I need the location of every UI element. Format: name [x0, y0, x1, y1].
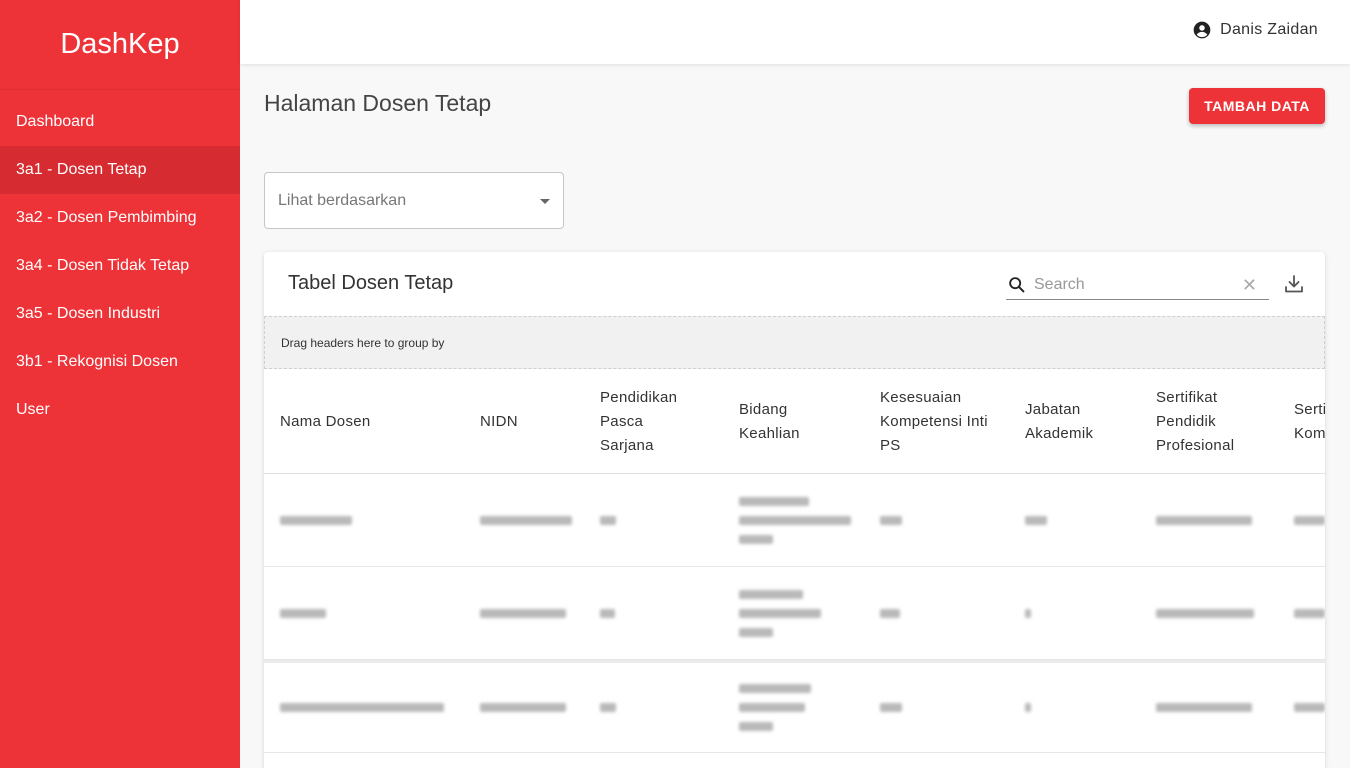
column-header-nidn[interactable]: NIDN [480, 369, 580, 474]
sidebar-nav: Dashboard 3a1 - Dosen Tetap 3a2 - Dosen … [0, 90, 240, 434]
column-header-jabatan[interactable]: Jabatan Akademik [1025, 369, 1125, 474]
table-row[interactable] [264, 663, 1325, 753]
cell-sertifikat [1156, 474, 1252, 566]
column-header-nama-dosen[interactable]: Nama Dosen [280, 369, 460, 474]
sidebar-item-dosen-tetap[interactable]: 3a1 - Dosen Tetap [0, 146, 240, 194]
dropdown-arrow-icon [540, 199, 550, 204]
sidebar-item-dosen-industri[interactable]: 3a5 - Dosen Industri [0, 290, 240, 338]
sidebar-item-dosen-tidak-tetap[interactable]: 3a4 - Dosen Tidak Tetap [0, 242, 240, 290]
add-data-button[interactable]: TAMBAH DATA [1189, 88, 1325, 124]
cell-bidang [739, 567, 821, 659]
cell-nama [280, 474, 352, 566]
cell-jabatan [1025, 663, 1031, 752]
filter-select-placeholder: Lihat berdasarkan [278, 191, 407, 209]
filter-select[interactable]: Lihat berdasarkan [264, 172, 564, 229]
column-header-kesesuaian[interactable]: Kesesuaian Kompetensi Inti PS [880, 369, 990, 474]
sidebar-item-dosen-pembimbing[interactable]: 3a2 - Dosen Pembimbing [0, 194, 240, 242]
search-bar: ✕ [1006, 270, 1269, 300]
cell-kesesuaian [880, 474, 902, 566]
sidebar: DashKep Dashboard 3a1 - Dosen Tetap 3a2 … [0, 0, 240, 768]
user-menu[interactable]: Danis Zaidan [1192, 20, 1318, 40]
table-card: Tabel Dosen Tetap ✕ Drag headers here to… [264, 252, 1325, 768]
search-icon [1009, 276, 1025, 292]
column-header-sertifikat[interactable]: Sertifikat Pendidik Profesional [1156, 369, 1268, 474]
search-input[interactable] [1034, 275, 1229, 294]
column-header-pendidikan[interactable]: Pendidikan Pasca Sarjana [600, 369, 700, 474]
table-row[interactable] [264, 474, 1325, 567]
cell-pendidikan [600, 474, 616, 566]
cell-sertifikat-kompetensi [1294, 567, 1325, 659]
download-icon[interactable] [1282, 272, 1306, 296]
account-circle-icon [1193, 21, 1211, 39]
cell-pendidikan [600, 663, 616, 752]
cell-jabatan [1025, 474, 1047, 566]
cell-nidn [480, 567, 566, 659]
cell-sertifikat-kompetensi [1294, 663, 1325, 752]
cell-nidn [480, 474, 572, 566]
cell-nidn [480, 663, 566, 752]
cell-pendidikan [600, 567, 615, 659]
cell-kesesuaian [880, 567, 900, 659]
table-header-row: Nama Dosen NIDN Pendidikan Pasca Sarjana… [264, 369, 1325, 474]
column-header-bidang-keahlian[interactable]: Bidang Keahlian [739, 369, 839, 474]
cell-nama [280, 663, 444, 752]
cell-sertifikat [1156, 663, 1252, 752]
cell-sertifikat [1156, 567, 1254, 659]
cell-bidang [739, 474, 851, 566]
table-row[interactable] [264, 567, 1325, 660]
sidebar-item-dashboard[interactable]: Dashboard [0, 98, 240, 146]
cell-nama [280, 567, 326, 659]
top-bar: Danis Zaidan [240, 0, 1350, 64]
clear-search-icon[interactable]: ✕ [1242, 276, 1257, 294]
user-name: Danis Zaidan [1220, 21, 1318, 38]
group-by-dropzone[interactable]: Drag headers here to group by [264, 316, 1325, 369]
sidebar-item-user[interactable]: User [0, 386, 240, 434]
column-header-sertifikat-kompetensi[interactable]: Serti Kom [1294, 369, 1325, 474]
cell-sertifikat-kompetensi [1294, 474, 1325, 566]
cell-bidang [739, 663, 811, 752]
table-title: Tabel Dosen Tetap [288, 272, 454, 294]
sidebar-item-rekognisi-dosen[interactable]: 3b1 - Rekognisi Dosen [0, 338, 240, 386]
page-title: Halaman Dosen Tetap [264, 90, 492, 116]
cell-jabatan [1025, 567, 1031, 659]
brand-logo[interactable]: DashKep [0, 0, 240, 90]
cell-kesesuaian [880, 663, 902, 752]
